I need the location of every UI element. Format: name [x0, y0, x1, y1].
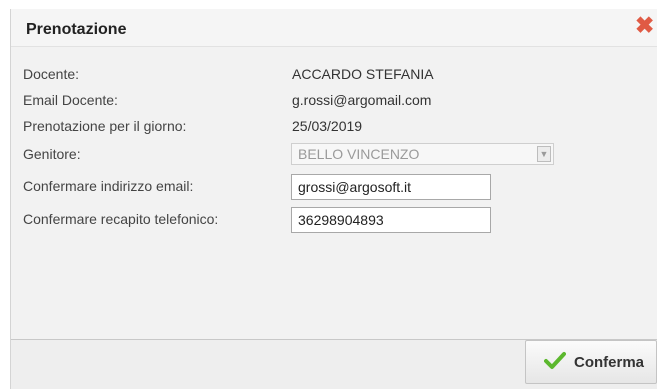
email-docente-value: g.rossi@argomail.com: [292, 92, 432, 108]
confirm-email-input[interactable]: [291, 174, 491, 200]
booking-dialog: Prenotazione ✖ Docente: ACCARDO STEFANIA…: [10, 9, 657, 389]
docente-value: ACCARDO STEFANIA: [292, 66, 434, 82]
email-docente-label: Email Docente:: [23, 92, 118, 108]
close-icon[interactable]: ✖: [635, 14, 654, 37]
confirm-button[interactable]: Conferma: [525, 340, 657, 384]
genitore-select-value: BELLO VINCENZO: [298, 146, 420, 162]
booking-date-label: Prenotazione per il giorno:: [23, 118, 187, 134]
dialog-titlebar: Prenotazione ✖: [11, 9, 657, 47]
docente-label: Docente:: [23, 66, 80, 82]
confirm-phone-input[interactable]: [291, 207, 491, 233]
confirm-button-label: Conferma: [574, 354, 645, 371]
genitore-select[interactable]: BELLO VINCENZO ▼: [291, 143, 554, 165]
chevron-down-icon[interactable]: ▼: [537, 146, 551, 162]
dialog-title: Prenotazione: [26, 21, 127, 38]
confirm-email-label: Confermare indirizzo email:: [23, 178, 194, 194]
check-icon: [544, 351, 566, 376]
genitore-label: Genitore:: [23, 146, 81, 162]
booking-date-value: 25/03/2019: [292, 118, 363, 134]
confirm-phone-label: Confermare recapito telefonico:: [23, 211, 219, 227]
